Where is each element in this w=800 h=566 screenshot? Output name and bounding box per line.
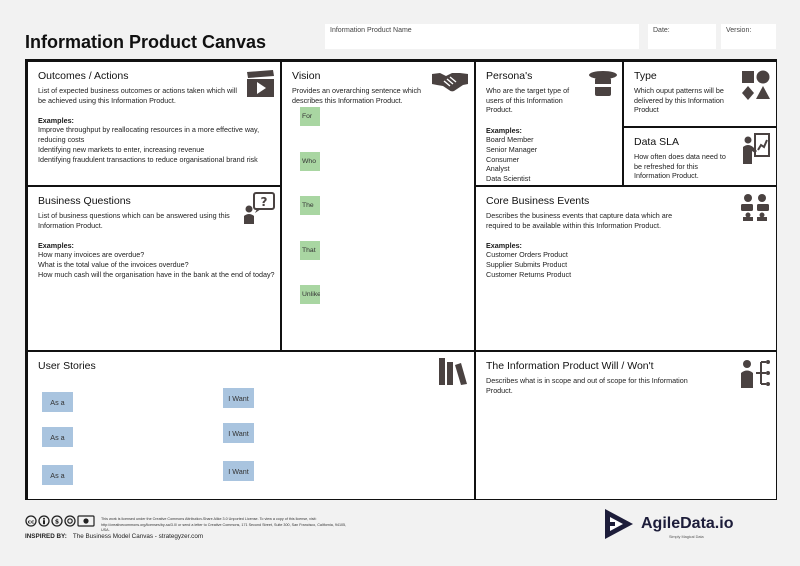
questions-desc: List of business questions which can be … — [38, 211, 230, 230]
stories-title: User Stories — [38, 360, 96, 372]
vision-sticky-the[interactable]: The — [300, 196, 320, 215]
vision-sticky-that[interactable]: That — [300, 241, 320, 260]
list-item: Board Member — [486, 135, 534, 145]
personas-examples: Board Member Senior Manager Consumer Ana… — [486, 135, 612, 184]
page-title: Information Product Canvas — [25, 32, 267, 52]
brand-tagline: Simply Magical Data — [669, 535, 704, 539]
business-questions-section[interactable]: Business Questions List of business ques… — [27, 186, 281, 351]
clapperboard-icon — [247, 70, 274, 97]
vision-sticky-who[interactable]: Who — [300, 152, 320, 171]
story-as-a-sticky[interactable]: As a — [42, 427, 73, 447]
canvas-board: Outcomes / Actions List of expected busi… — [25, 59, 777, 500]
list-item: Customer Orders Product — [486, 250, 568, 260]
scope-desc: Describes what is in scope and out of sc… — [486, 376, 688, 395]
events-title: Core Business Events — [486, 195, 590, 207]
list-item: How much cash will the organisation have… — [38, 269, 275, 279]
person-question-icon: ? — [244, 192, 275, 224]
questions-examples-label: Examples: — [38, 241, 74, 251]
inspired-by: INSPIRED BY: The Business Model Canvas - … — [25, 533, 203, 540]
svg-text:?: ? — [261, 195, 268, 209]
list-item: Identifying new markets to enter, increa… — [38, 144, 205, 154]
list-item: What is the total value of the invoices … — [38, 260, 189, 270]
events-desc: Describes the business events that captu… — [486, 211, 673, 230]
version-field[interactable]: Version: — [721, 24, 776, 49]
story-as-a-sticky[interactable]: As a — [42, 392, 73, 412]
outcomes-title: Outcomes / Actions — [38, 70, 129, 82]
inspired-label: INSPIRED BY: — [25, 533, 67, 540]
personas-examples-label: Examples: — [486, 126, 522, 136]
questions-title: Business Questions — [38, 195, 131, 207]
events-examples: Customer Orders Product Supplier Submits… — [486, 250, 766, 279]
svg-text:$: $ — [55, 518, 59, 525]
story-as-a-sticky[interactable]: As a — [42, 465, 73, 485]
personas-section[interactable]: Persona's Who are the target type of use… — [475, 61, 623, 186]
type-desc: Which ouput patterns will be delivered b… — [634, 86, 724, 115]
creative-commons-icon: cc $ — [25, 515, 95, 527]
personas-desc: Who are the target type of users of this… — [486, 86, 570, 115]
data-sla-section[interactable]: Data SLA How often does data need to be … — [623, 127, 777, 186]
vision-sticky-for[interactable]: For — [300, 107, 320, 126]
product-name-field[interactable]: Information Product Name — [325, 24, 639, 49]
handshake-icon — [432, 73, 468, 92]
story-i-want-sticky[interactable]: I Want — [223, 388, 254, 408]
core-business-events-section[interactable]: Core Business Events Describes the busin… — [475, 186, 777, 351]
license-text: This work is licensed under the Creative… — [101, 517, 347, 533]
person-decision-icon — [741, 360, 770, 388]
list-item: Improve throughput by reallocating resou… — [38, 125, 260, 145]
will-wont-section[interactable]: The Information Product Will / Won't Des… — [475, 351, 777, 500]
questions-examples: How many invoices are overdue? What is t… — [38, 250, 278, 279]
list-item: Customer Returns Product — [486, 269, 572, 279]
brand-name[interactable]: AgileData.io — [641, 515, 733, 533]
inspired-text[interactable]: The Business Model Canvas - strategyzer.… — [73, 533, 203, 540]
type-section[interactable]: Type Which ouput patterns will be delive… — [623, 61, 777, 127]
list-item: Senior Manager — [486, 144, 538, 154]
shapes-icon — [742, 70, 770, 100]
list-item: Supplier Submits Product — [486, 260, 568, 270]
agiledata-logo-icon — [605, 509, 633, 539]
presenter-chart-icon — [743, 133, 770, 164]
list-item: Analyst — [486, 164, 510, 174]
top-hat-icon — [589, 71, 617, 96]
scope-title: The Information Product Will / Won't — [486, 360, 654, 372]
people-conversation-icon — [741, 194, 769, 221]
date-field[interactable]: Date: — [648, 24, 716, 49]
list-item: Identifying fraudulent transactions to r… — [38, 154, 258, 164]
outcomes-desc: List of expected business outcomes or ac… — [38, 86, 237, 105]
story-i-want-sticky[interactable]: I Want — [223, 423, 254, 443]
list-item: Data Scientist — [486, 174, 531, 184]
events-examples-label: Examples: — [486, 241, 522, 251]
outcomes-examples-label: Examples: — [38, 116, 74, 126]
list-item: Consumer — [486, 154, 520, 164]
svg-text:cc: cc — [28, 519, 35, 525]
story-i-want-sticky[interactable]: I Want — [223, 461, 254, 481]
sla-desc: How often does data need to be refreshed… — [634, 152, 726, 181]
list-item: How many invoices are overdue? — [38, 250, 145, 260]
outcomes-section[interactable]: Outcomes / Actions List of expected busi… — [27, 61, 281, 186]
outcomes-examples: Improve throughput by reallocating resou… — [38, 125, 270, 164]
books-icon — [439, 358, 467, 385]
vision-sticky-unlike[interactable]: Unlike — [300, 285, 320, 304]
vision-desc: Provides an overarching sentence which d… — [292, 86, 422, 105]
